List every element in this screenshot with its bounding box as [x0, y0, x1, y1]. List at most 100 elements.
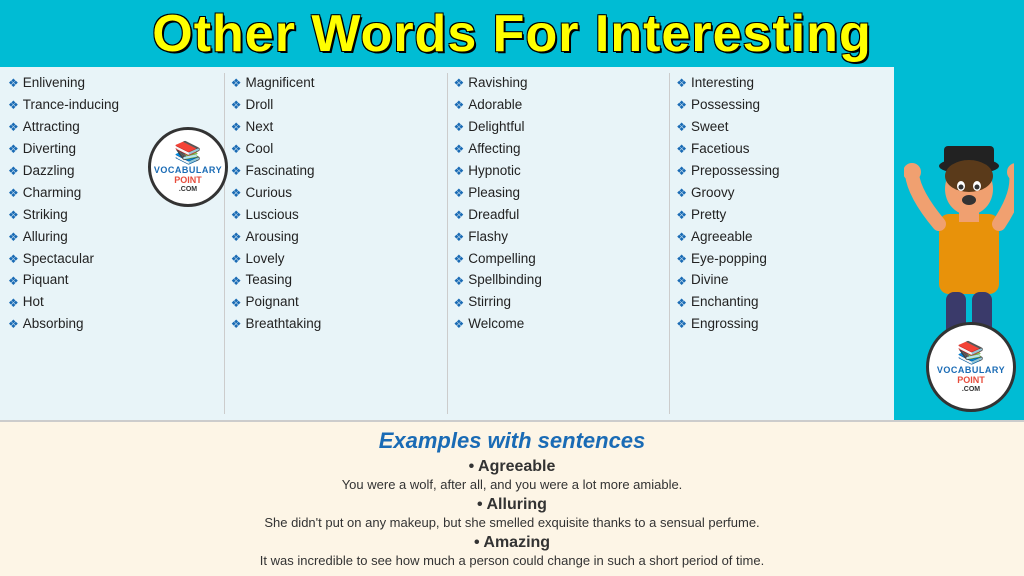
word-item: ❖Pleasing — [454, 183, 664, 204]
word-item: ❖Facetious — [676, 139, 886, 160]
diamond-icon: ❖ — [676, 74, 687, 93]
word-text: Alluring — [23, 227, 68, 248]
diamond-icon: ❖ — [231, 228, 242, 247]
word-text: Droll — [246, 95, 274, 116]
examples-list: AgreeableYou were a wolf, after all, and… — [20, 458, 1004, 568]
word-text: Breathtaking — [246, 314, 322, 335]
word-item: ❖Engrossing — [676, 314, 886, 335]
diamond-icon: ❖ — [676, 250, 687, 269]
word-text: Charming — [23, 183, 82, 204]
diamond-icon: ❖ — [676, 315, 687, 334]
word-item: ❖Eye-popping — [676, 249, 886, 270]
word-column-1: ❖Enlivening❖Trance-inducing❖Attracting❖D… — [8, 73, 218, 414]
word-item: ❖Divine — [676, 270, 886, 291]
example-word: Agreeable — [20, 458, 1004, 476]
word-text: Arousing — [246, 227, 299, 248]
word-item: ❖Enchanting — [676, 292, 886, 313]
word-text: Absorbing — [23, 314, 84, 335]
word-item: ❖Poignant — [231, 292, 441, 313]
diamond-icon: ❖ — [8, 96, 19, 115]
word-text: Next — [246, 117, 274, 138]
diamond-icon: ❖ — [8, 294, 19, 313]
word-text: Affecting — [468, 139, 520, 160]
diamond-icon: ❖ — [8, 184, 19, 203]
logo-com-text-2: .COM — [962, 386, 980, 394]
word-item: ❖Hot — [8, 292, 218, 313]
logo-icon-bottom: 📚 — [957, 341, 984, 365]
diamond-icon: ❖ — [8, 315, 19, 334]
word-item: ❖Adorable — [454, 95, 664, 116]
word-item: ❖Trance-inducing — [8, 95, 218, 116]
diamond-icon: ❖ — [231, 315, 242, 334]
image-area: 📚 VOCABULARY POINT .COM — [894, 67, 1024, 420]
diamond-icon: ❖ — [8, 250, 19, 269]
diamond-icon: ❖ — [8, 206, 19, 225]
diamond-icon: ❖ — [454, 162, 465, 181]
word-text: Poignant — [246, 292, 299, 313]
diamond-icon: ❖ — [231, 162, 242, 181]
diamond-icon: ❖ — [8, 272, 19, 291]
word-item: ❖Absorbing — [8, 314, 218, 335]
diamond-icon: ❖ — [676, 294, 687, 313]
word-item: ❖Next — [231, 117, 441, 138]
diamond-icon: ❖ — [8, 118, 19, 137]
diamond-icon: ❖ — [8, 74, 19, 93]
content-area: ❖Enlivening❖Trance-inducing❖Attracting❖D… — [0, 67, 1024, 420]
word-text: Ravishing — [468, 73, 527, 94]
logo-icon-top: 📚 — [174, 141, 201, 165]
word-text: Trance-inducing — [23, 95, 119, 116]
diamond-icon: ❖ — [676, 140, 687, 159]
word-text: Divine — [691, 270, 729, 291]
word-item: ❖Affecting — [454, 139, 664, 160]
word-item: ❖Dreadful — [454, 205, 664, 226]
word-item: ❖Teasing — [231, 270, 441, 291]
word-text: Teasing — [246, 270, 293, 291]
logo-bottom-right: 📚 VOCABULARY POINT .COM — [926, 322, 1016, 412]
word-text: Magnificent — [246, 73, 315, 94]
word-item: ❖Curious — [231, 183, 441, 204]
word-item: ❖Welcome — [454, 314, 664, 335]
word-item: ❖Spectacular — [8, 249, 218, 270]
word-text: Facetious — [691, 139, 750, 160]
diamond-icon: ❖ — [454, 228, 465, 247]
word-item: ❖Sweet — [676, 117, 886, 138]
word-text: Possessing — [691, 95, 760, 116]
word-item: ❖Breathtaking — [231, 314, 441, 335]
word-item: ❖Luscious — [231, 205, 441, 226]
diamond-icon: ❖ — [8, 140, 19, 159]
word-item: ❖Arousing — [231, 227, 441, 248]
word-text: Pretty — [691, 205, 726, 226]
word-text: Spectacular — [23, 249, 94, 270]
header: Other Words For Interesting — [0, 0, 1024, 67]
logo-point-text: POINT — [174, 176, 202, 186]
word-item: ❖Alluring — [8, 227, 218, 248]
word-text: Dreadful — [468, 205, 519, 226]
word-text: Enchanting — [691, 292, 759, 313]
example-sentence: It was incredible to see how much a pers… — [20, 553, 1004, 568]
diamond-icon: ❖ — [676, 162, 687, 181]
word-text: Compelling — [468, 249, 536, 270]
diamond-icon: ❖ — [676, 96, 687, 115]
diamond-icon: ❖ — [676, 184, 687, 203]
word-item: ❖Fascinating — [231, 161, 441, 182]
word-item: ❖Magnificent — [231, 73, 441, 94]
example-sentence: She didn't put on any makeup, but she sm… — [20, 515, 1004, 530]
diamond-icon: ❖ — [231, 118, 242, 137]
word-text: Hypnotic — [468, 161, 521, 182]
word-text: Curious — [246, 183, 293, 204]
word-text: Lovely — [246, 249, 285, 270]
word-item: ❖Droll — [231, 95, 441, 116]
word-text: Interesting — [691, 73, 754, 94]
word-text: Adorable — [468, 95, 522, 116]
word-item: ❖Possessing — [676, 95, 886, 116]
word-item: ❖Agreeable — [676, 227, 886, 248]
word-text: Welcome — [468, 314, 524, 335]
diamond-icon: ❖ — [454, 118, 465, 137]
word-column-2: ❖Magnificent❖Droll❖Next❖Cool❖Fascinating… — [231, 73, 441, 414]
examples-title: Examples with sentences — [20, 428, 1004, 454]
word-column-3: ❖Ravishing❖Adorable❖Delightful❖Affecting… — [454, 73, 664, 414]
example-word: Alluring — [20, 496, 1004, 514]
word-text: Delightful — [468, 117, 524, 138]
diamond-icon: ❖ — [454, 294, 465, 313]
logo-point-text-2: POINT — [957, 376, 985, 386]
